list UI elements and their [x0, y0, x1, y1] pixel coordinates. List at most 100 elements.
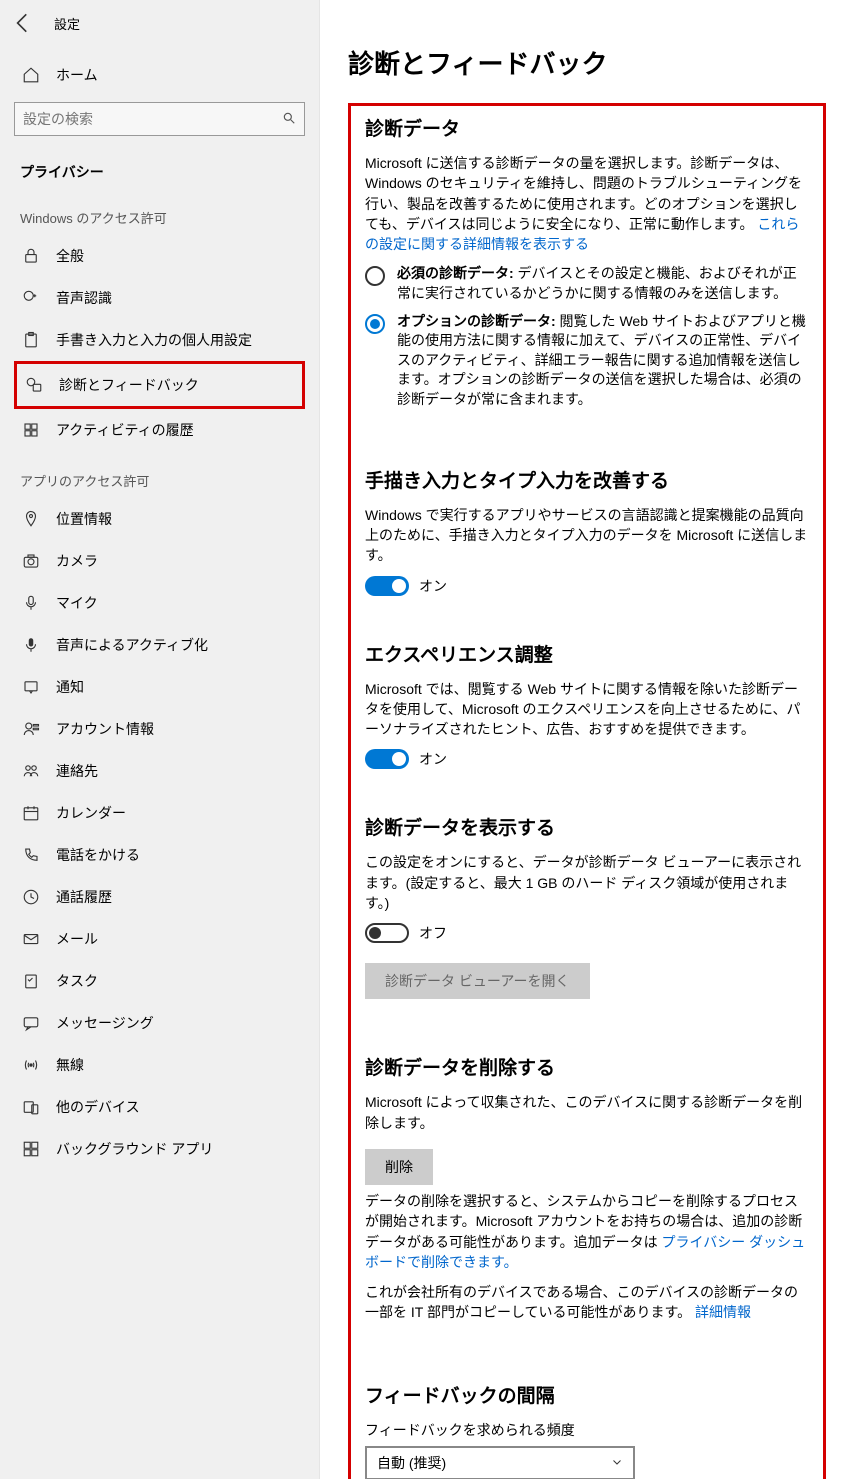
section1-label: Windows のアクセス許可: [14, 188, 305, 235]
view-data-toggle[interactable]: [365, 923, 409, 943]
sidebar-item-label: マイク: [56, 593, 98, 613]
feedback-icon: [23, 374, 45, 396]
view-data-toggle-label: オフ: [419, 923, 447, 943]
history-icon: [20, 419, 42, 441]
radio-required-text: 必須の診断データ: デバイスとその設定と機能、およびそれが正常に実行されているか…: [397, 264, 809, 303]
lock-icon: [20, 245, 42, 267]
delete-note1: データの削除を選択すると、システムからコピーを削除するプロセスが開始されます。M…: [365, 1191, 809, 1272]
radio-optional[interactable]: オプションの診断データ: 閲覧した Web サイトおよびアプリと機能の使用方法に…: [365, 312, 809, 410]
home-label: ホーム: [56, 65, 98, 85]
highlighted-region: 診断データ Microsoft に送信する診断データの量を選択します。診断データ…: [348, 103, 826, 1479]
delete-data-desc: Microsoft によって収集された、このデバイスに関する診断データを削除しま…: [365, 1092, 809, 1133]
sidebar-item-diagnostics[interactable]: 診断とフィードバック: [14, 361, 305, 409]
sidebar-item-activity[interactable]: アクティビティの履歴: [14, 409, 305, 451]
delete-data-title: 診断データを削除する: [365, 1053, 809, 1080]
sidebar-item-label: メッセージング: [56, 1013, 154, 1033]
sidebar-item-location[interactable]: 位置情報: [14, 498, 305, 540]
notification-icon: [20, 676, 42, 698]
sidebar-item-other-devices[interactable]: 他のデバイス: [14, 1086, 305, 1128]
sidebar-item-email[interactable]: メール: [14, 918, 305, 960]
sidebar-item-label: 位置情報: [56, 509, 112, 529]
sidebar-item-general[interactable]: 全般: [14, 235, 305, 277]
main-content: 診断とフィードバック 診断データ Microsoft に送信する診断データの量を…: [320, 0, 854, 1479]
delete-note2: これが会社所有のデバイスである場合、このデバイスの診断データの一部を IT 部門…: [365, 1282, 809, 1323]
search-input[interactable]: [23, 111, 282, 127]
inking-title: 手描き入力とタイプ入力を改善する: [365, 466, 809, 493]
diag-data-title: 診断データ: [365, 114, 809, 141]
microphone-icon: [20, 592, 42, 614]
home-icon: [20, 64, 42, 86]
tailored-toggle[interactable]: [365, 749, 409, 769]
diag-data-desc: Microsoft に送信する診断データの量を選択します。診断データは、Wind…: [365, 153, 809, 254]
devices-icon: [20, 1096, 42, 1118]
sidebar-item-account-info[interactable]: アカウント情報: [14, 708, 305, 750]
chevron-down-icon: [611, 1455, 623, 1471]
sidebar-item-label: カレンダー: [56, 803, 126, 823]
inking-toggle[interactable]: [365, 576, 409, 596]
sidebar-item-camera[interactable]: カメラ: [14, 540, 305, 582]
location-icon: [20, 508, 42, 530]
radio-icon: [20, 1054, 42, 1076]
sidebar-item-label: 電話をかける: [56, 845, 140, 865]
sidebar-item-label: 他のデバイス: [56, 1097, 140, 1117]
head-speech-icon: [20, 287, 42, 309]
sidebar-item-messaging[interactable]: メッセージング: [14, 1002, 305, 1044]
sidebar-item-label: 音声によるアクティブ化: [56, 635, 208, 655]
sidebar-item-inking[interactable]: 手書き入力と入力の個人用設定: [14, 319, 305, 361]
sidebar-item-notifications[interactable]: 通知: [14, 666, 305, 708]
email-icon: [20, 928, 42, 950]
feedback-dropdown[interactable]: 自動 (推奨): [365, 1446, 635, 1479]
sidebar-item-label: カメラ: [56, 551, 98, 571]
sidebar-item-label: メール: [56, 929, 98, 949]
feedback-frequency-label: フィードバックを求められる頻度: [365, 1420, 809, 1440]
titlebar: 設定: [0, 0, 319, 46]
radio-unchecked-icon: [365, 266, 385, 286]
radio-checked-icon: [365, 314, 385, 334]
sidebar-item-calendar[interactable]: カレンダー: [14, 792, 305, 834]
more-info-link[interactable]: 詳細情報: [695, 1304, 751, 1320]
sidebar-item-label: 通話履歴: [56, 887, 112, 907]
tailored-title: エクスペリエンス調整: [365, 640, 809, 667]
search-box[interactable]: [14, 102, 305, 136]
sidebar-item-call[interactable]: 電話をかける: [14, 834, 305, 876]
sidebar-item-label: 手書き入力と入力の個人用設定: [56, 330, 252, 350]
sidebar-item-label: バックグラウンド アプリ: [56, 1139, 213, 1159]
sidebar-item-contacts[interactable]: 連絡先: [14, 750, 305, 792]
sidebar-item-speech[interactable]: 音声認識: [14, 277, 305, 319]
sidebar-item-microphone[interactable]: マイク: [14, 582, 305, 624]
back-arrow-icon[interactable]: [10, 10, 36, 36]
search-icon: [282, 111, 296, 128]
sidebar-item-radios[interactable]: 無線: [14, 1044, 305, 1086]
tailored-toggle-label: オン: [419, 749, 447, 769]
voice-activation-icon: [20, 634, 42, 656]
tailored-desc: Microsoft では、閲覧する Web サイトに関する情報を除いた診断データ…: [365, 679, 809, 740]
messaging-icon: [20, 1012, 42, 1034]
sidebar-item-label: 全般: [56, 246, 84, 266]
delete-button[interactable]: 削除: [365, 1149, 433, 1185]
sidebar-item-label: 連絡先: [56, 761, 98, 781]
account-icon: [20, 718, 42, 740]
home-nav[interactable]: ホーム: [14, 54, 305, 96]
calendar-icon: [20, 802, 42, 824]
view-data-title: 診断データを表示する: [365, 813, 809, 840]
app-title: 設定: [54, 14, 80, 33]
page-title: 診断とフィードバック: [348, 44, 826, 81]
radio-required[interactable]: 必須の診断データ: デバイスとその設定と機能、およびそれが正常に実行されているか…: [365, 264, 809, 303]
tasks-icon: [20, 970, 42, 992]
sidebar-item-call-history[interactable]: 通話履歴: [14, 876, 305, 918]
category-label: プライバシー: [14, 150, 305, 188]
radio-optional-text: オプションの診断データ: 閲覧した Web サイトおよびアプリと機能の使用方法に…: [397, 312, 809, 410]
sidebar-item-label: 診断とフィードバック: [59, 375, 199, 395]
sidebar-item-tasks[interactable]: タスク: [14, 960, 305, 1002]
view-data-button: 診断データ ビューアーを開く: [365, 963, 590, 999]
call-history-icon: [20, 886, 42, 908]
dropdown-value: 自動 (推奨): [377, 1453, 446, 1473]
sidebar-item-label: 音声認識: [56, 288, 112, 308]
inking-desc: Windows で実行するアプリやサービスの言語認識と提案機能の品質向上のために…: [365, 505, 809, 566]
sidebar-item-background-apps[interactable]: バックグラウンド アプリ: [14, 1128, 305, 1170]
feedback-title: フィードバックの間隔: [365, 1381, 809, 1408]
sidebar-item-voice-activation[interactable]: 音声によるアクティブ化: [14, 624, 305, 666]
sidebar-item-label: アカウント情報: [56, 719, 154, 739]
phone-icon: [20, 844, 42, 866]
sidebar-item-label: タスク: [56, 971, 98, 991]
